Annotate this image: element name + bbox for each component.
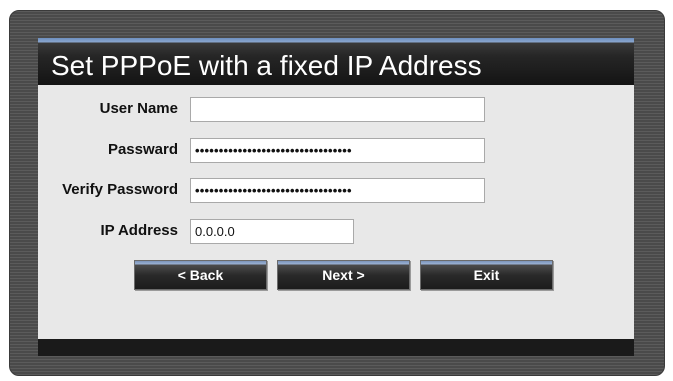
password-field[interactable]: •••••••••••••••••••••••••••••••••: [190, 138, 485, 163]
verify-password-field[interactable]: •••••••••••••••••••••••••••••••••: [190, 178, 485, 203]
next-button[interactable]: Next >: [277, 260, 410, 290]
password-label: Passward: [107, 141, 178, 158]
dialog-title: Set PPPoE with a fixed IP Address: [51, 50, 482, 81]
user-name-label: User Name: [99, 100, 178, 117]
ip-address-field[interactable]: 0.0.0.0: [190, 219, 354, 244]
back-button[interactable]: < Back: [134, 260, 267, 290]
title-bar: Set PPPoE with a fixed IP Address: [38, 38, 634, 85]
dialog-panel: Set PPPoE with a fixed IP Address User N…: [38, 38, 634, 356]
exit-button[interactable]: Exit: [420, 260, 553, 290]
form-area: User Name Passward •••••••••••••••••••••…: [38, 85, 634, 339]
ip-address-label: IP Address: [100, 222, 178, 239]
verify-password-label: Verify Password: [62, 181, 178, 198]
user-name-field[interactable]: [190, 97, 485, 122]
